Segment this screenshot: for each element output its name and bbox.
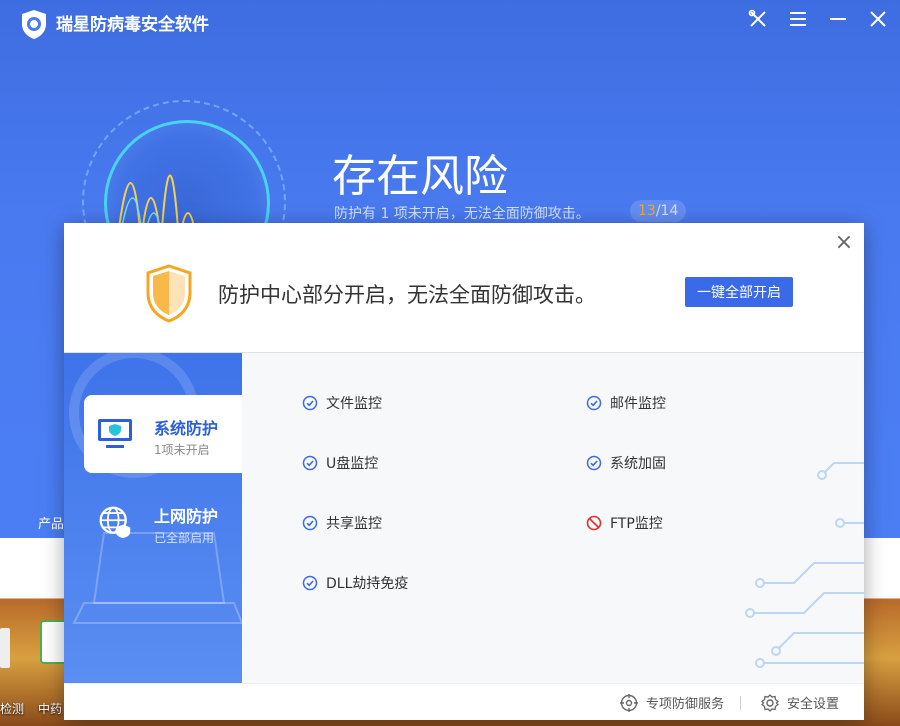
check-circle-icon <box>302 455 318 471</box>
dialog-close-icon[interactable]: × <box>834 232 854 254</box>
protection-item-mail-monitor[interactable]: 邮件监控 <box>586 393 666 413</box>
protection-item-share-monitor[interactable]: 共享监控 <box>302 513 382 533</box>
check-circle-icon <box>586 455 602 471</box>
special-defense-service-link[interactable]: 专项防御服务 <box>620 693 724 712</box>
protection-item-usb-monitor[interactable]: U盘监控 <box>302 453 378 473</box>
menu-icon[interactable] <box>785 6 811 32</box>
security-settings-link[interactable]: 安全设置 <box>761 693 839 712</box>
disabled-icon <box>586 515 602 531</box>
desktop-app-icon[interactable] <box>0 628 10 668</box>
item-label: DLL劫持免疫 <box>326 576 409 592</box>
item-label: U盘监控 <box>326 456 379 472</box>
status-title: 存在风险 <box>332 151 508 202</box>
lion-logo-icon <box>22 10 46 39</box>
nav-item-web-protection[interactable]: 上网防护 已全部启用 <box>84 483 242 561</box>
item-label: 共享监控 <box>326 516 382 532</box>
protection-items-panel: 文件监控 邮件监控 U盘监控 系统加固 共享监控 FTP监控 DLL劫持免疫 <box>242 353 864 683</box>
settings-label: 安全设置 <box>787 697 840 712</box>
product-label[interactable]: 产品 <box>38 513 64 532</box>
enable-all-button[interactable]: 一键全部开启 <box>685 277 793 307</box>
protection-item-ftp-monitor[interactable]: FTP监控 <box>586 513 663 533</box>
protection-dialog: × 防护中心部分开启，无法全面防御攻击。 一键全部开启 系统防护 1项未开启 上… <box>64 223 864 720</box>
nav-subtitle: 已全部启用 <box>154 531 215 545</box>
item-label: FTP监控 <box>610 516 663 532</box>
dialog-message: 防护中心部分开启，无法全面防御攻击。 <box>218 283 596 307</box>
nav-item-system-protection[interactable]: 系统防护 1项未开启 <box>84 395 242 473</box>
service-label: 专项防御服务 <box>646 697 725 712</box>
title-bar: 瑞星防病毒安全软件 <box>0 0 900 40</box>
counter-total: 14 <box>660 203 679 219</box>
protection-item-dll-hijack-immunity[interactable]: DLL劫持免疫 <box>302 573 408 593</box>
target-icon <box>620 693 638 712</box>
footer-separator <box>740 696 741 710</box>
desktop-icon-label[interactable]: 中药 <box>38 700 62 717</box>
app-title: 瑞星防病毒安全软件 <box>56 15 209 35</box>
protection-counter[interactable]: 13/14 <box>630 200 687 222</box>
desktop-icon-label[interactable]: 检测 <box>0 700 24 717</box>
minimize-icon[interactable] <box>825 6 851 32</box>
monitor-shield-icon <box>98 419 132 448</box>
protection-item-system-hardening[interactable]: 系统加固 <box>586 453 666 473</box>
check-circle-icon <box>586 395 602 411</box>
item-label: 文件监控 <box>326 396 382 412</box>
nav-title: 系统防护 <box>154 419 219 438</box>
warning-shield-icon <box>146 264 192 323</box>
circuit-decoration-icon <box>745 462 864 668</box>
item-label: 邮件监控 <box>610 396 666 412</box>
globe-shield-icon <box>99 506 131 539</box>
nav-title: 上网防护 <box>154 507 219 526</box>
close-icon[interactable] <box>865 6 891 32</box>
tools-icon[interactable] <box>745 6 771 32</box>
check-circle-icon <box>302 575 318 591</box>
gear-icon <box>761 693 779 712</box>
item-label: 系统加固 <box>610 456 666 472</box>
protection-sidenav: 系统防护 1项未开启 上网防护 已全部启用 <box>64 353 242 683</box>
status-subtitle: 防护有 1 项未开启，无法全面防御攻击。 <box>334 206 590 222</box>
check-circle-icon <box>302 395 318 411</box>
dialog-footer: 专项防御服务 安全设置 <box>64 683 864 720</box>
check-circle-icon <box>302 515 318 531</box>
nav-subtitle: 1项未开启 <box>154 443 210 457</box>
counter-current: 13 <box>638 203 656 219</box>
protection-item-file-monitor[interactable]: 文件监控 <box>302 393 382 413</box>
